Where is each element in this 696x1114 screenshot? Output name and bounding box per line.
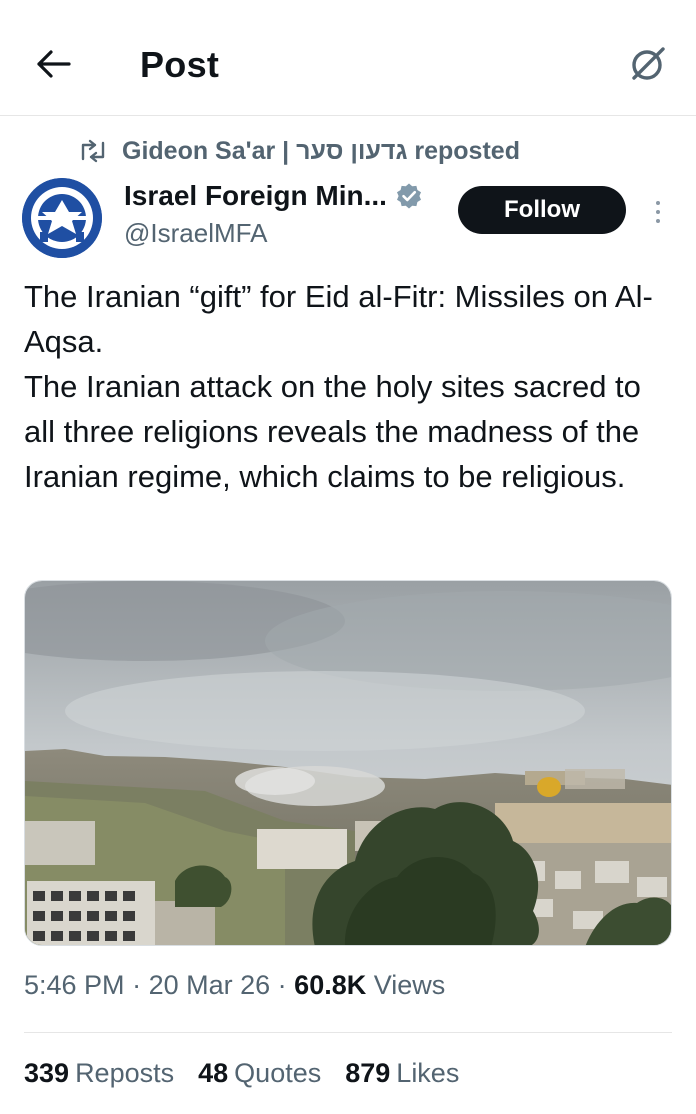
avatar[interactable] — [22, 178, 102, 258]
tweet-media-image[interactable] — [24, 580, 672, 946]
mfa-logo-icon — [22, 178, 102, 258]
verified-badge-icon — [395, 182, 423, 210]
more-dot-icon — [656, 219, 660, 223]
meta-separator: · — [132, 970, 149, 1000]
grok-button[interactable] — [624, 40, 672, 88]
likes-label: Likes — [396, 1058, 460, 1088]
engagement-stats: 339 Reposts 48 Quotes 879 Likes — [24, 1058, 459, 1089]
follow-button[interactable]: Follow — [458, 186, 626, 234]
quotes-count: 48 — [198, 1058, 229, 1088]
views-label: Views — [373, 970, 446, 1000]
tweet-time[interactable]: 5:46 PM — [24, 970, 125, 1000]
more-dot-icon — [656, 210, 660, 214]
tweet-text: The Iranian “gift” for Eid al-Fitr: Miss… — [24, 279, 653, 494]
tweet-meta: 5:46 PM · 20 Mar 26 · 60.8K Views — [24, 970, 445, 1001]
city-skyline-photo — [25, 581, 671, 945]
author-handle[interactable]: @IsraelMFA — [124, 218, 267, 249]
meta-separator: · — [277, 970, 295, 1000]
tweet-date[interactable]: 20 Mar 26 — [149, 970, 271, 1000]
divider — [24, 1032, 672, 1033]
more-options-button[interactable] — [644, 192, 672, 232]
more-dot-icon — [656, 201, 660, 205]
author-display-name: Israel Foreign Min... — [124, 180, 387, 211]
grok-icon — [632, 47, 665, 80]
repost-context[interactable]: Gideon Sa'ar | גדעון סער reposted — [78, 134, 520, 168]
quotes-stat[interactable]: 48 Quotes — [198, 1058, 321, 1089]
arrow-left-icon — [37, 50, 71, 78]
reposts-label: Reposts — [75, 1058, 175, 1088]
quotes-label: Quotes — [234, 1058, 322, 1088]
likes-count: 879 — [345, 1058, 391, 1088]
author-name[interactable]: Israel Foreign Min... — [124, 180, 423, 212]
reposts-stat[interactable]: 339 Reposts — [24, 1058, 174, 1089]
page-title: Post — [140, 44, 220, 85]
likes-stat[interactable]: 879 Likes — [345, 1058, 459, 1089]
repost-icon — [78, 136, 108, 166]
top-bar: Post — [0, 0, 696, 116]
reposts-count: 339 — [24, 1058, 70, 1088]
back-button[interactable] — [30, 40, 78, 88]
views-count: 60.8K — [294, 970, 367, 1000]
repost-label: Gideon Sa'ar | גדעון סער reposted — [122, 136, 520, 165]
